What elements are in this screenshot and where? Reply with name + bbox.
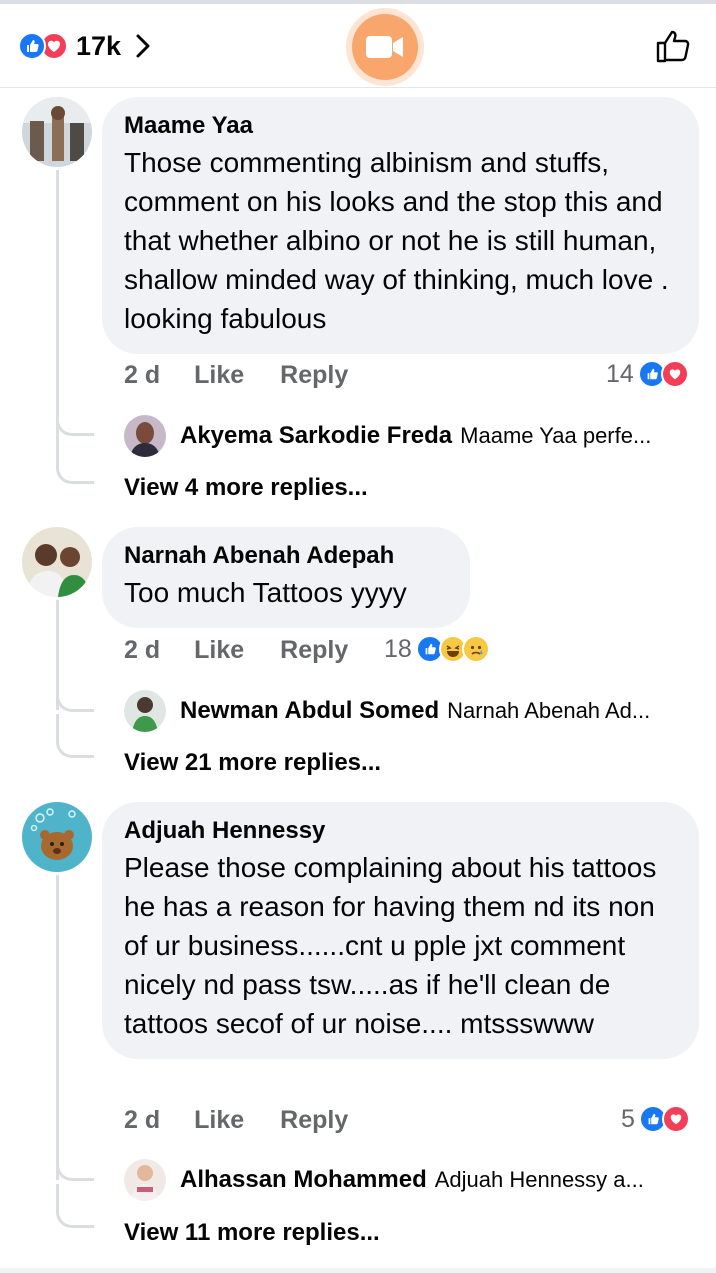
love-icon — [660, 360, 689, 388]
comment-bubble[interactable]: Narnah Abenah Adepah Too much Tattoos yy… — [102, 527, 470, 628]
comment-text: Those commenting albinism and stuffs, co… — [124, 147, 669, 334]
avatar[interactable] — [124, 415, 166, 457]
reply-preview[interactable]: Newman Abdul Somed Narnah Abenah Ad... — [124, 689, 650, 733]
avatar[interactable] — [124, 690, 166, 732]
reactions-summary-button[interactable]: 17k — [18, 26, 151, 66]
avatar[interactable] — [22, 527, 92, 597]
reply-connector — [56, 686, 94, 712]
comment-text: Too much Tattoos yyyy — [124, 577, 407, 608]
video-camera-icon — [366, 36, 403, 58]
reply-connector — [56, 714, 94, 758]
comment-reactions[interactable]: 18 — [384, 632, 490, 666]
reply-connector — [56, 1184, 94, 1228]
reaction-count: 14 — [606, 359, 634, 388]
view-more-replies-link[interactable]: View 4 more replies... — [124, 474, 368, 502]
comment-text: Please those complaining about his tatto… — [124, 852, 657, 1039]
sad-icon — [461, 635, 490, 663]
avatar[interactable] — [124, 1159, 166, 1201]
comment-bubble[interactable]: Adjuah Hennessy Please those complaining… — [102, 802, 699, 1059]
comment-reactions[interactable]: 5 — [621, 1102, 690, 1136]
view-more-replies-link[interactable]: View 21 more replies... — [124, 749, 381, 777]
comment-time[interactable]: 2 d — [124, 361, 160, 390]
reply-connector — [56, 440, 94, 484]
comment-reply-button[interactable]: Reply — [280, 1106, 348, 1135]
chevron-right-icon — [136, 34, 150, 58]
comment-like-button[interactable]: Like — [194, 361, 244, 390]
comment-author[interactable]: Narnah Abenah Adepah — [124, 541, 448, 571]
comment-reactions[interactable]: 14 — [606, 357, 689, 391]
love-icon — [661, 1105, 690, 1133]
comment-actions: 2 d Like Reply — [124, 358, 348, 392]
comment-bubble[interactable]: Maame Yaa Those commenting albinism and … — [102, 97, 699, 354]
reply-connector — [56, 410, 94, 436]
comments-header: 17k — [0, 0, 716, 88]
comment-actions: 2 d Like Reply — [124, 1103, 348, 1137]
thread-line — [56, 875, 59, 1180]
reply-preview[interactable]: Akyema Sarkodie Freda Maame Yaa perfe... — [124, 414, 651, 458]
view-more-replies-link[interactable]: View 11 more replies... — [124, 1219, 380, 1247]
comment-reply-button[interactable]: Reply — [280, 636, 348, 665]
thumbs-up-icon — [656, 30, 690, 63]
reply-author[interactable]: Akyema Sarkodie Freda — [180, 422, 452, 450]
reply-connector — [56, 1155, 94, 1181]
comment-author[interactable]: Adjuah Hennessy — [124, 816, 677, 846]
reply-author[interactable]: Newman Abdul Somed — [180, 697, 439, 725]
video-call-button[interactable] — [346, 8, 424, 86]
comment-reply-button[interactable]: Reply — [280, 361, 348, 390]
comment-time[interactable]: 2 d — [124, 636, 160, 665]
reaction-count: 18 — [384, 634, 412, 663]
comment-time[interactable]: 2 d — [124, 1106, 160, 1135]
comment-actions: 2 d Like Reply — [124, 633, 348, 667]
comment-like-button[interactable]: Like — [194, 636, 244, 665]
reaction-count: 5 — [621, 1104, 635, 1133]
avatar[interactable] — [22, 97, 92, 167]
bottom-divider — [0, 1268, 716, 1273]
reaction-count: 17k — [76, 30, 122, 61]
reply-text: Maame Yaa perfe... — [460, 423, 652, 448]
avatar[interactable] — [22, 802, 92, 872]
like-post-button[interactable] — [654, 26, 694, 66]
reply-text: Adjuah Hennessy a... — [434, 1167, 644, 1192]
reply-author[interactable]: Alhassan Mohammed — [180, 1166, 427, 1194]
reply-preview[interactable]: Alhassan Mohammed Adjuah Hennessy a... — [124, 1158, 644, 1202]
comment-like-button[interactable]: Like — [194, 1106, 244, 1135]
comment-author[interactable]: Maame Yaa — [124, 111, 677, 141]
reply-text: Narnah Abenah Ad... — [447, 698, 651, 723]
top-divider — [0, 0, 716, 4]
like-icon — [18, 32, 46, 60]
thread-line — [56, 170, 59, 440]
